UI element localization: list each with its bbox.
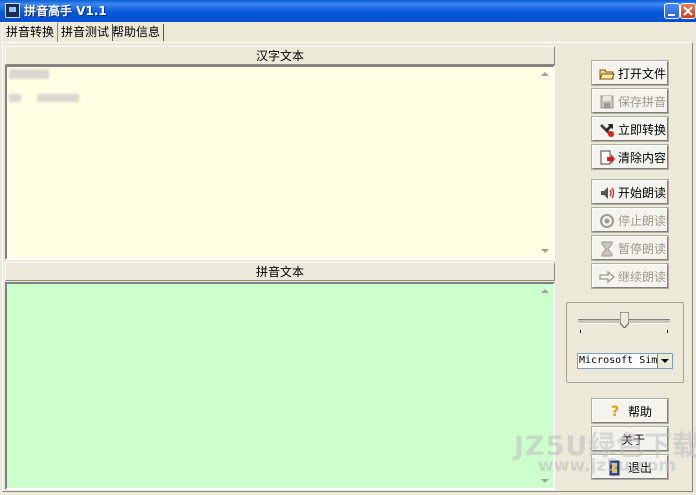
close-button[interactable] [680,3,696,19]
voice-select-value: Microsoft Simpl [579,355,670,366]
resume-reading-button[interactable]: 继续朗读 [591,263,669,289]
start-reading-label: 开始朗读 [618,186,667,200]
slider-tick [667,330,668,333]
window-title: 拼音高手 V1.1 [24,4,107,18]
tab-pinyin-convert[interactable]: 拼音转换 [2,22,59,42]
question-mark-icon: ? [610,404,620,420]
title-bar[interactable]: 拼音高手 V1.1 [0,0,696,22]
help-label: 帮助 [628,405,653,419]
app-icon[interactable] [5,3,20,18]
tab-pinyin-test[interactable]: 拼音测试 [58,24,114,41]
stop-circle-icon [600,214,614,228]
speed-slider-thumb[interactable] [620,312,629,328]
stop-reading-button[interactable]: 停止朗读 [591,207,669,233]
clear-content-label: 清除内容 [618,151,667,165]
pause-reading-button[interactable]: 暂停朗读 [591,235,669,261]
hanzi-scrollbar[interactable] [538,67,553,258]
resume-reading-label: 继续朗读 [618,270,667,284]
close-icon [683,6,693,16]
pinyin-text-header: 拼音文本 [5,262,555,281]
open-folder-icon [599,69,615,80]
clear-content-button[interactable]: 清除内容 [591,144,669,170]
start-reading-button[interactable]: 开始朗读 [591,179,669,205]
hanzi-text-header: 汉字文本 [5,46,555,65]
stop-reading-label: 停止朗读 [618,214,667,228]
help-button[interactable]: ? 帮助 [591,398,669,424]
speaker-icon [601,187,615,199]
app-window: 拼音高手 V1.1 拼音转换 拼音测试 帮助信息 汉字文本 拼音文本 打开文件 … [0,0,696,495]
pause-reading-label: 暂停朗读 [618,242,667,256]
hanzi-text-content[interactable] [7,67,538,258]
scroll-up-arrow-icon[interactable] [541,72,549,76]
tab-help-info[interactable]: 帮助信息 [109,24,165,41]
tab-bar: 拼音转换 拼音测试 帮助信息 [2,22,692,42]
clear-document-icon [600,150,615,165]
voice-select[interactable]: Microsoft Simpl [577,353,673,369]
watermark-url: www.jz5u.com [538,456,677,476]
open-file-button[interactable]: 打开文件 [591,60,669,86]
resume-arrow-icon [599,270,615,284]
pinyin-text-content[interactable] [7,284,538,488]
scroll-down-arrow-icon[interactable] [541,249,549,253]
hanzi-textarea[interactable] [5,65,555,260]
scroll-up-arrow-icon[interactable] [541,289,549,293]
convert-now-label: 立即转换 [618,123,667,137]
open-file-label: 打开文件 [618,67,667,81]
pinyin-textarea[interactable] [5,282,555,490]
minimize-button[interactable] [664,3,680,19]
hourglass-icon [601,241,613,257]
chevron-down-icon[interactable] [657,354,672,368]
save-pinyin-label: 保存拼音 [618,95,667,109]
scroll-down-arrow-icon[interactable] [541,479,549,483]
save-pinyin-button[interactable]: 保存拼音 [591,88,669,114]
convert-tool-icon [600,124,614,137]
slider-tick [580,330,581,333]
convert-now-button[interactable]: 立即转换 [591,116,669,142]
save-disk-icon [600,95,614,109]
